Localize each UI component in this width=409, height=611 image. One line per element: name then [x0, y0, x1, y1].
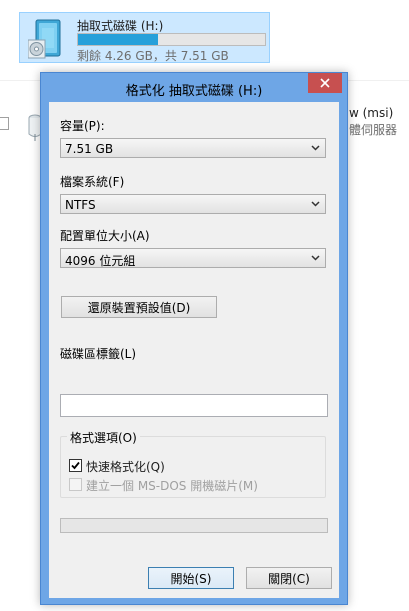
checkmark-icon — [71, 461, 80, 470]
item-checkbox[interactable] — [0, 117, 9, 130]
format-options-title: 格式選項(O) — [67, 429, 140, 446]
allocation-select[interactable]: 4096 位元組 — [60, 248, 326, 268]
quick-format-label: 快速格式化(Q) — [86, 460, 165, 474]
drive-name: 抽取式磁碟 (H:) — [77, 19, 164, 33]
drive-free-space: 剩餘 4.26 GB，共 7.51 GB — [77, 49, 229, 63]
volume-label-input[interactable] — [60, 394, 328, 417]
drive-usage-bar — [77, 33, 266, 46]
chevron-down-icon — [311, 255, 320, 261]
format-dialog: 格式化 抽取式磁碟 (H:) 容量(P): 7.51 GB 檔案系統(F) NT… — [40, 72, 348, 605]
allocation-label: 配置單位大小(A) — [60, 229, 150, 243]
close-icon — [320, 78, 330, 88]
filesystem-select[interactable]: NTFS — [60, 194, 326, 214]
capacity-select[interactable]: 7.51 GB — [60, 138, 326, 158]
start-button[interactable]: 開始(S) — [148, 567, 234, 589]
dialog-close-button[interactable] — [308, 73, 342, 93]
format-progress-bar — [60, 518, 328, 533]
removable-drive-tile[interactable]: 抽取式磁碟 (H:) 剩餘 4.26 GB，共 7.51 GB — [19, 12, 270, 63]
filesystem-value: NTFS — [65, 198, 96, 212]
msdos-startup-label: 建立一個 MS-DOS 開機磁片(M) — [86, 479, 258, 493]
network-item-name: w (msi) — [349, 106, 394, 120]
removable-drive-icon — [28, 19, 61, 59]
chevron-down-icon — [311, 145, 320, 151]
capacity-value: 7.51 GB — [65, 142, 114, 156]
quick-format-checkbox[interactable] — [69, 459, 82, 472]
network-item-type: 體伺服器 — [349, 123, 398, 137]
close-button[interactable]: 關閉(C) — [246, 567, 332, 589]
volume-label-label: 磁碟區標籤(L) — [60, 347, 137, 361]
drive-usage-fill — [78, 34, 159, 45]
allocation-value: 4096 位元組 — [65, 254, 136, 268]
msdos-startup-checkbox[interactable] — [69, 478, 82, 491]
dialog-title: 格式化 抽取式磁碟 (H:) — [125, 84, 263, 99]
dialog-client-area: 容量(P): 7.51 GB 檔案系統(F) NTFS 配置單位大小(A) 40… — [49, 102, 339, 598]
capacity-label: 容量(P): — [60, 119, 105, 133]
filesystem-label: 檔案系統(F) — [60, 175, 125, 189]
restore-defaults-button[interactable]: 還原裝置預設值(D) — [61, 296, 217, 318]
chevron-down-icon — [311, 201, 320, 207]
